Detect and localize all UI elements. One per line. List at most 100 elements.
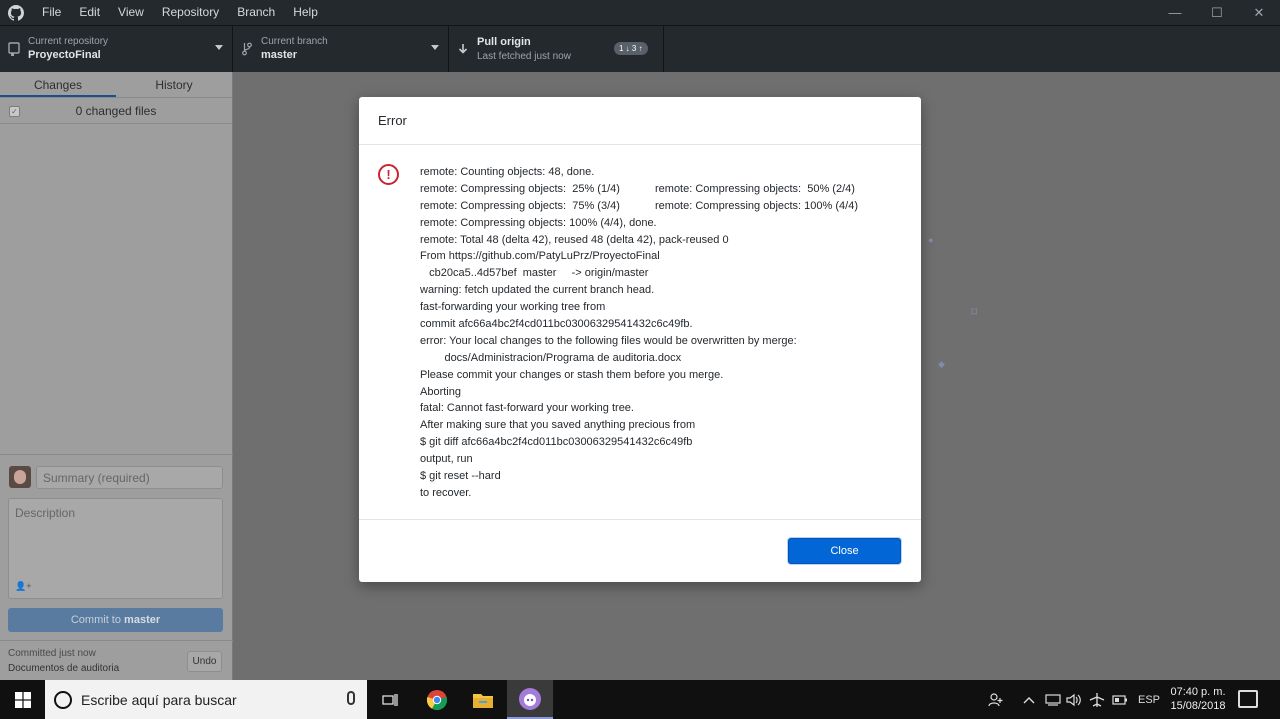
error-message-line: cb20ca5..4d57bef master -> origin/master [420, 267, 649, 280]
error-message-line: Please commit your changes or stash them… [420, 368, 724, 381]
changed-files-count: 0 changed files [75, 103, 157, 118]
add-coauthor-icon[interactable]: 👤+ [15, 581, 31, 592]
error-message-line: $ git diff afc66a4bc2f4cd011bc0300632954… [420, 436, 693, 449]
taskbar-clock[interactable]: 07:40 p. m. 15/08/2018 [1166, 685, 1230, 713]
commit-form: Summary (required) Description 👤+ Commit… [0, 454, 233, 640]
error-message-line: docs/Administracion/Programa de auditori… [420, 351, 682, 364]
people-icon[interactable] [988, 680, 1004, 719]
close-icon[interactable]: ✕ [1238, 0, 1280, 25]
changes-header: ✓ 0 changed files [0, 98, 232, 124]
search-placeholder: Escribe aquí para buscar [81, 691, 237, 708]
keyboard-icon[interactable] [1045, 680, 1061, 719]
error-message-line: error: Your local changes to the followi… [420, 334, 797, 347]
clock-time: 07:40 p. m. [1170, 686, 1226, 698]
description-placeholder: Description [15, 506, 76, 520]
last-commit-status: Committed just now [8, 648, 96, 659]
chevron-down-icon [431, 45, 439, 50]
dialog-body: ! remote: Counting objects: 48, done. rem… [359, 145, 921, 520]
summary-input[interactable]: Summary (required) [36, 466, 223, 489]
sidebar: Changes History ✓ 0 changed files Summar… [0, 72, 233, 680]
menu-branch[interactable]: Branch [228, 0, 284, 25]
repo-icon [0, 42, 28, 56]
menu-help[interactable]: Help [284, 0, 327, 25]
github-desktop-icon[interactable] [507, 680, 553, 719]
decoration-sparkle-icon: ⌑ [971, 305, 978, 319]
decoration-dot-icon: ● [928, 235, 934, 245]
last-fetched-label: Last fetched just now [477, 51, 571, 62]
tab-history[interactable]: History [116, 72, 232, 97]
menu-repository[interactable]: Repository [153, 0, 228, 25]
clock-date: 15/08/2018 [1170, 700, 1226, 712]
arrow-down-icon [449, 43, 477, 55]
minimize-icon[interactable]: — [1154, 0, 1196, 25]
error-message-line: From https://github.com/PatyLuPrz/Proyec… [420, 250, 660, 263]
commit-button-branch: master [124, 614, 161, 626]
error-message-segment: remote: Compressing objects: 50% (2/4) [655, 182, 855, 195]
error-message-line: After making sure that you saved anythin… [420, 419, 696, 432]
taskbar-search-box[interactable]: Escribe aquí para buscar [45, 680, 367, 719]
avatar [9, 466, 31, 488]
chevron-down-icon [215, 45, 223, 50]
windows-taskbar: Escribe aquí para buscar ESP 07:40 p. m.… [0, 680, 1280, 719]
decoration-diamond-icon: ◆ [938, 359, 945, 369]
error-message-segment: remote: Compressing objects: 100% (4/4) [655, 199, 858, 212]
battery-icon[interactable] [1112, 680, 1128, 719]
error-message-line: output, run [420, 453, 473, 466]
last-commit-message: Documentos de auditoria [8, 663, 120, 674]
select-all-checkbox[interactable]: ✓ [9, 106, 20, 117]
branch-label: Current branch [261, 36, 328, 47]
error-dialog: Error ! remote: Counting objects: 48, do… [359, 97, 921, 582]
error-message-line: remote: Compressing objects: 25% (1/4) re… [420, 181, 900, 198]
show-hidden-icons-icon[interactable] [1023, 680, 1035, 719]
error-message-line: commit afc66a4bc2f4cd011bc03006329541432… [420, 318, 693, 331]
github-logo-icon [0, 0, 32, 25]
error-message: remote: Counting objects: 48, done. remot… [420, 164, 900, 502]
airplane-mode-icon[interactable] [1089, 680, 1105, 719]
repository-name: ProyectoFinal [28, 49, 101, 61]
dialog-footer: Close [359, 520, 921, 581]
toolbar: Current repository ProyectoFinal Current… [0, 25, 1280, 72]
language-indicator[interactable]: ESP [1138, 680, 1160, 719]
error-message-line: fatal: Cannot fast-forward your working … [420, 402, 634, 415]
error-message-line: $ git reset --hard [420, 470, 501, 483]
menu-edit[interactable]: Edit [70, 0, 109, 25]
error-message-line: warning: fetch updated the current branc… [420, 284, 655, 297]
error-message-line: fast-forwarding your working tree from [420, 301, 606, 314]
last-commit-area: Committed just now Documentos de auditor… [0, 640, 233, 680]
error-message-line: Aborting [420, 385, 461, 398]
menu-file[interactable]: File [32, 0, 70, 25]
close-button[interactable]: Close [788, 538, 901, 564]
commit-button[interactable]: Commit to master [8, 608, 223, 632]
error-message-line: to recover. [420, 486, 472, 499]
action-center-icon[interactable] [1238, 690, 1258, 708]
sidebar-tabs: Changes History [0, 72, 232, 98]
error-icon: ! [378, 164, 399, 185]
microphone-icon[interactable] [347, 691, 355, 705]
commit-button-prefix: Commit to [70, 614, 125, 626]
pull-origin-label: Pull origin [477, 36, 531, 48]
current-branch-button[interactable]: Current branch master [233, 26, 449, 72]
maximize-icon[interactable]: ☐ [1196, 0, 1238, 25]
tab-changes[interactable]: Changes [0, 72, 116, 97]
title-bar: File Edit View Repository Branch Help — … [0, 0, 1280, 25]
ahead-behind-badge: 1 ↓ 3 ↑ [614, 42, 648, 55]
current-repository-button[interactable]: Current repository ProyectoFinal [0, 26, 233, 72]
error-message-segment: remote: Compressing objects: 75% (3/4) [420, 199, 620, 212]
task-view-icon[interactable] [367, 680, 413, 719]
windows-start-icon[interactable] [0, 680, 45, 719]
menu-view[interactable]: View [109, 0, 153, 25]
description-input[interactable]: Description 👤+ [8, 498, 223, 599]
chrome-icon[interactable] [414, 680, 460, 719]
pull-origin-button[interactable]: Pull origin Last fetched just now 1 ↓ 3 … [449, 26, 664, 72]
file-explorer-icon[interactable] [460, 680, 506, 719]
branch-name: master [261, 49, 298, 61]
branch-icon [233, 42, 261, 56]
undo-button[interactable]: Undo [187, 651, 222, 672]
error-message-line: remote: Compressing objects: 100% (4/4),… [420, 216, 657, 229]
dialog-title: Error [359, 97, 921, 145]
error-message-line: remote: Total 48 (delta 42), reused 48 (… [420, 233, 729, 246]
volume-icon[interactable] [1066, 680, 1082, 719]
error-message-segment: remote: Compressing objects: 25% (1/4) [420, 182, 620, 195]
error-message-line: remote: Counting objects: 48, done. [420, 166, 595, 178]
error-message-line: remote: Compressing objects: 75% (3/4) re… [420, 198, 900, 215]
